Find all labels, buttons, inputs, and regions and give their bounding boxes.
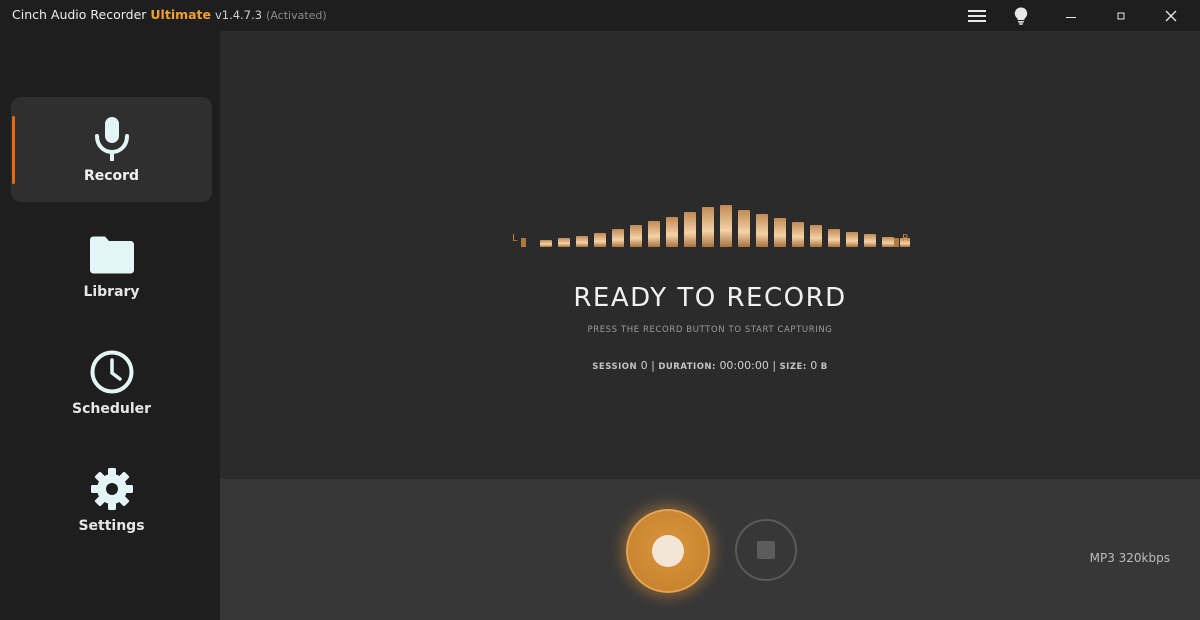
version-label: v1.4.7.3 [215, 8, 263, 22]
close-icon [1165, 10, 1177, 22]
sidebar: Record Library Scheduler Settings [0, 31, 220, 620]
control-bar: MP3 320kbps [220, 479, 1200, 620]
folder-icon [89, 232, 135, 278]
session-label: SESSION [592, 362, 638, 372]
meter-bar [792, 222, 804, 247]
meter-bar [684, 212, 696, 247]
maximize-button[interactable] [1098, 0, 1144, 31]
meter-bar [756, 214, 768, 247]
meter-bar [810, 225, 822, 247]
size-label: SIZE: [779, 362, 807, 372]
session-value: 0 [640, 359, 648, 372]
size-value: 0 [810, 359, 818, 372]
meter-bar [666, 217, 678, 247]
sidebar-item-settings[interactable]: Settings [11, 447, 212, 552]
meter-bar [882, 237, 894, 247]
meter-left-peak [521, 238, 526, 247]
meter-bar [738, 210, 750, 247]
active-indicator [12, 116, 15, 184]
app-name: Cinch Audio Recorder [12, 7, 147, 22]
meter-bar [558, 238, 570, 247]
duration-label: DURATION: [658, 362, 716, 372]
activation-status: (Activated) [266, 9, 327, 22]
level-meter: L R [510, 201, 912, 251]
meter-bar [774, 218, 786, 247]
meter-left-label: L [512, 233, 518, 244]
meter-bar [720, 205, 732, 247]
maximize-icon [1116, 11, 1126, 21]
close-button[interactable] [1148, 0, 1194, 31]
tips-button[interactable] [998, 0, 1044, 31]
sidebar-item-library[interactable]: Library [11, 213, 212, 318]
duration-value: 00:00:00 [719, 359, 769, 372]
minimize-button[interactable] [1048, 0, 1094, 31]
sidebar-item-record[interactable]: Record [11, 97, 212, 202]
meter-bar [594, 233, 606, 247]
record-icon [652, 535, 684, 567]
size-unit: B [820, 362, 828, 372]
app-window: Cinch Audio Recorder Ultimate v1.4.7.3 (… [0, 0, 1200, 620]
clock-icon [89, 349, 135, 395]
edition-label: Ultimate [150, 7, 212, 22]
meter-bar [846, 232, 858, 247]
separator: | [772, 359, 777, 372]
meter-bar [702, 207, 714, 247]
window-title: Cinch Audio Recorder Ultimate v1.4.7.3 (… [12, 7, 327, 22]
stop-button[interactable] [735, 519, 797, 581]
minimize-icon [1066, 11, 1076, 21]
meter-bar [612, 229, 624, 247]
record-panel: L R READY TO RECORD PRESS THE RECORD BUT… [220, 31, 1200, 479]
microphone-icon [89, 116, 135, 162]
sidebar-item-label: Record [83, 167, 140, 184]
sidebar-item-label: Library [83, 283, 140, 300]
sidebar-item-label: Settings [78, 517, 145, 534]
sidebar-item-label: Scheduler [71, 400, 152, 417]
separator: | [651, 359, 655, 372]
gear-icon [89, 466, 135, 512]
stop-icon [757, 541, 775, 559]
meter-bar [576, 236, 588, 247]
meter-bar [630, 225, 642, 247]
meter-right-peak [894, 238, 899, 247]
menu-icon [968, 9, 986, 23]
meter-bar [828, 229, 840, 247]
title-bar: Cinch Audio Recorder Ultimate v1.4.7.3 (… [0, 0, 1200, 31]
meter-bar [648, 221, 660, 247]
sidebar-item-scheduler[interactable]: Scheduler [11, 330, 212, 435]
meter-bar [540, 240, 552, 247]
menu-button[interactable] [954, 0, 1000, 31]
status-subtitle: PRESS THE RECORD BUTTON TO START CAPTURI… [587, 325, 833, 335]
meter-right-label: R [902, 233, 909, 244]
meter-bars [521, 205, 912, 247]
session-info: SESSION 0 | DURATION: 00:00:00 | SIZE: 0… [220, 359, 1200, 372]
lightbulb-icon [1014, 7, 1028, 25]
record-button[interactable] [626, 509, 710, 593]
status-title: READY TO RECORD [573, 283, 847, 313]
meter-bar [864, 234, 876, 247]
output-format[interactable]: MP3 320kbps [1090, 551, 1170, 565]
